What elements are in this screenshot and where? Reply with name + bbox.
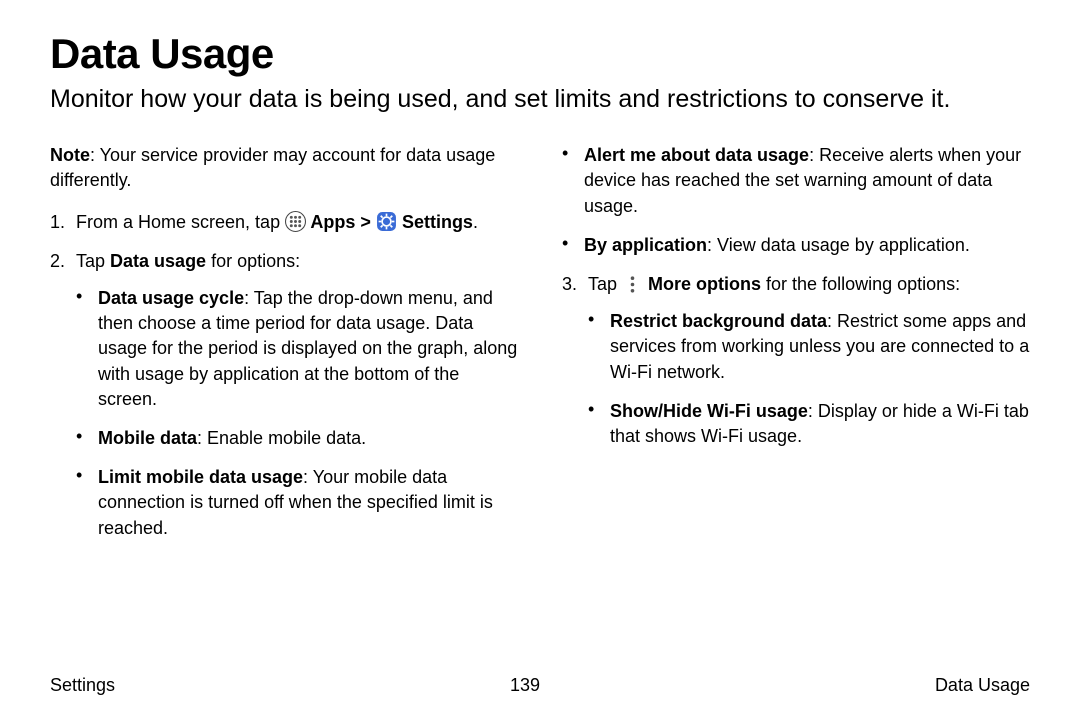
bullet-dot-icon: • <box>562 143 584 219</box>
step-2: 2. Tap Data usage for options: • Data us… <box>50 249 518 555</box>
step-1-end: . <box>473 212 478 232</box>
step-3-text-a: Tap <box>588 274 622 294</box>
bullet-body: Limit mobile data usage: Your mobile dat… <box>98 465 518 541</box>
bullet-title: Mobile data <box>98 428 197 448</box>
step-3-number: 3. <box>562 272 588 463</box>
bullet-show-hide-wifi: • Show/Hide Wi-Fi usage: Display or hide… <box>588 399 1030 449</box>
content-columns: Note: Your service provider may account … <box>50 143 1030 568</box>
bullet-body: Data usage cycle: Tap the drop-down menu… <box>98 286 518 412</box>
step-2-body: Tap Data usage for options: • Data usage… <box>76 249 518 555</box>
bullet-limit-mobile-data: • Limit mobile data usage: Your mobile d… <box>76 465 518 541</box>
bullet-title: Show/Hide Wi-Fi usage <box>610 401 808 421</box>
bullet-by-application: • By application: View data usage by app… <box>562 233 1030 258</box>
bullet-title: Limit mobile data usage <box>98 467 303 487</box>
step-1-number: 1. <box>50 210 76 235</box>
note-paragraph: Note: Your service provider may account … <box>50 143 518 193</box>
bullet-desc: : View data usage by application. <box>707 235 970 255</box>
step-1-body: From a Home screen, tap Apps > Settings. <box>76 210 518 235</box>
page-footer: Settings 139 Data Usage <box>50 675 1030 696</box>
step-2-bullets-continued: • Alert me about data usage: Receive ale… <box>562 143 1030 258</box>
bullet-dot-icon: • <box>76 286 98 412</box>
bullet-title: Alert me about data usage <box>584 145 809 165</box>
step-1-settings-label: Settings <box>397 212 473 232</box>
bullet-dot-icon: • <box>76 465 98 541</box>
bullet-data-usage-cycle: • Data usage cycle: Tap the drop-down me… <box>76 286 518 412</box>
step-3: 3. Tap More options for the following op… <box>562 272 1030 463</box>
bullet-mobile-data: • Mobile data: Enable mobile data. <box>76 426 518 451</box>
step-1: 1. From a Home screen, tap Apps > Settin… <box>50 210 518 235</box>
step-1-apps-label: Apps > <box>306 212 376 232</box>
bullet-body: By application: View data usage by appli… <box>584 233 1030 258</box>
right-column: • Alert me about data usage: Receive ale… <box>562 143 1030 568</box>
bullet-restrict-background: • Restrict background data: Restrict som… <box>588 309 1030 385</box>
step-3-text-c: for the following options: <box>761 274 960 294</box>
note-text: : Your service provider may account for … <box>50 145 495 190</box>
bullet-alert-data-usage: • Alert me about data usage: Receive ale… <box>562 143 1030 219</box>
step-2-bullets: • Data usage cycle: Tap the drop-down me… <box>76 286 518 541</box>
step-2-text-b: Data usage <box>110 251 206 271</box>
step-1-text-a: From a Home screen, tap <box>76 212 285 232</box>
bullet-dot-icon: • <box>76 426 98 451</box>
step-2-text-c: for options: <box>206 251 300 271</box>
footer-page-number: 139 <box>510 675 540 696</box>
bullet-body: Show/Hide Wi-Fi usage: Display or hide a… <box>610 399 1030 449</box>
more-options-icon <box>622 274 643 295</box>
page-title: Data Usage <box>50 30 1030 78</box>
footer-section-right: Data Usage <box>935 675 1030 696</box>
apps-icon <box>285 211 306 232</box>
bullet-dot-icon: • <box>588 399 610 449</box>
bullet-desc: : Enable mobile data. <box>197 428 366 448</box>
note-label: Note <box>50 145 90 165</box>
bullet-body: Restrict background data: Restrict some … <box>610 309 1030 385</box>
bullet-title: Data usage cycle <box>98 288 244 308</box>
step-3-bullets: • Restrict background data: Restrict som… <box>588 309 1030 449</box>
bullet-title: By application <box>584 235 707 255</box>
footer-section-left: Settings <box>50 675 115 696</box>
page-subtitle: Monitor how your data is being used, and… <box>50 84 1010 115</box>
step-3-body: Tap More options for the following optio… <box>588 272 1030 463</box>
bullet-dot-icon: • <box>562 233 584 258</box>
bullet-dot-icon: • <box>588 309 610 385</box>
step-2-text-a: Tap <box>76 251 110 271</box>
left-column: Note: Your service provider may account … <box>50 143 518 568</box>
bullet-body: Mobile data: Enable mobile data. <box>98 426 518 451</box>
bullet-body: Alert me about data usage: Receive alert… <box>584 143 1030 219</box>
step-2-number: 2. <box>50 249 76 555</box>
settings-gear-icon <box>376 211 397 232</box>
bullet-title: Restrict background data <box>610 311 827 331</box>
step-3-more-options-label: More options <box>643 274 761 294</box>
